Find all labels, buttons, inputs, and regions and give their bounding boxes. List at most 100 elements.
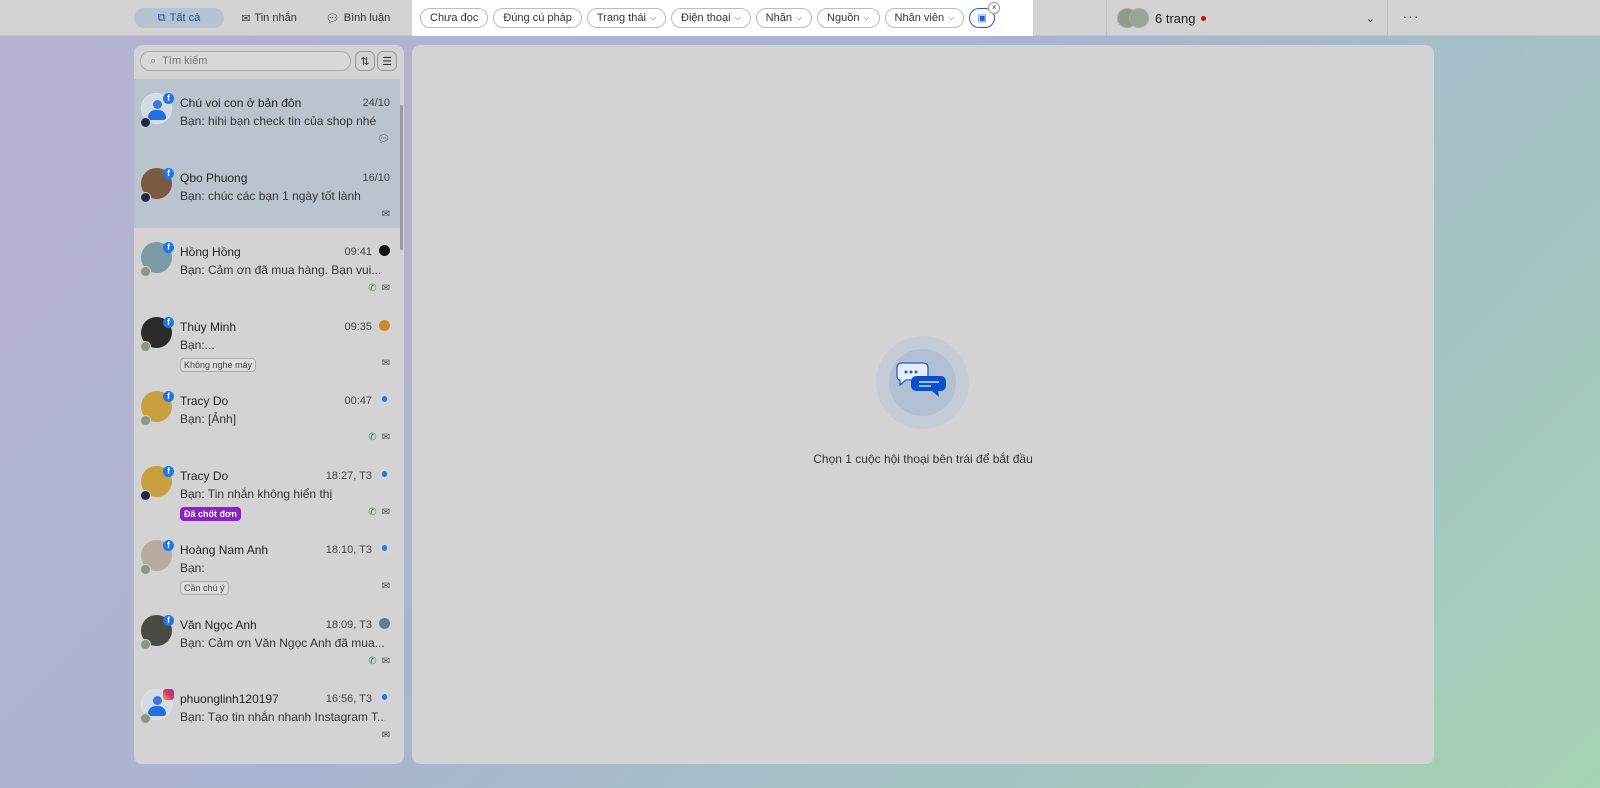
conversation-item[interactable]: f Hồng Hồng 09:41 Bạn: Cảm ơn đã mua hàn… — [134, 228, 400, 303]
page-avatar — [140, 638, 151, 650]
page-avatar — [1129, 8, 1149, 28]
conversation-item[interactable]: f Tracy Do 00:47 Bạn: [Ảnh] ✆ ✉ — [134, 377, 400, 452]
instagram-icon — [163, 689, 174, 700]
page-avatar — [140, 266, 151, 277]
calendar-icon: ▣ — [977, 12, 987, 24]
facebook-icon: f — [163, 167, 174, 179]
label-tag: Không nghe máy — [180, 357, 257, 372]
assignee-icon — [379, 692, 390, 703]
filter-label: Nguồn — [827, 12, 860, 24]
filter-bar: Chưa đọc Đúng cú pháp Trạng thái ⌵ Điện thoạ… — [412, 0, 1033, 36]
page-selector[interactable]: 6 trang ⌄ — [1106, 0, 1388, 36]
filter-chip[interactable]: Đúng cú pháp — [493, 8, 582, 28]
timestamp: 18:10, T3 — [325, 544, 372, 556]
date-filter-button[interactable]: ▣ × — [969, 2, 1001, 28]
chevron-down-icon: ⌵ — [948, 13, 955, 22]
chevron-down-icon: ⌵ — [795, 13, 803, 22]
contact-name: Tracy Do — [180, 468, 229, 483]
facebook-icon: f — [163, 242, 174, 253]
status-icons: ✆ ✉ — [368, 283, 390, 294]
timestamp: 16:56, T3 — [325, 693, 372, 705]
phone-icon: ✆ — [368, 432, 377, 443]
status-icons: ✉ — [382, 358, 390, 369]
page-avatar — [140, 713, 151, 724]
contact-name: Hoàng Nam Anh — [180, 543, 269, 557]
chevron-down-icon: ⌵ — [649, 13, 657, 22]
mail-icon: ✉ — [381, 730, 390, 741]
mail-icon: ✉ — [241, 12, 251, 25]
page-avatar — [140, 564, 151, 575]
phone-icon: ✆ — [368, 283, 377, 294]
status-icons: ✆ ✉ — [368, 507, 390, 518]
chevron-down-icon: ⌄ — [1365, 12, 1375, 25]
tab-all[interactable]: ⧉ Tất cả — [134, 8, 224, 28]
search-placeholder: Tìm kiếm — [162, 55, 208, 67]
sort-button[interactable]: ⇅ — [355, 51, 375, 71]
phone-icon: ✆ — [368, 655, 377, 667]
conversation-item[interactable]: f Thùy Minh 09:35 Bạn:... Không nghe máy… — [134, 303, 400, 378]
page-avatar — [140, 191, 151, 203]
mail-icon: ✉ — [381, 581, 390, 592]
chevron-down-icon: ⌵ — [863, 13, 870, 22]
contact-name: Hồng Hồng — [180, 245, 241, 259]
status-icons: ✉ — [382, 581, 390, 592]
filter-chip[interactable]: Trạng thái ⌵ — [586, 8, 667, 28]
assignee-icon — [379, 394, 390, 405]
facebook-icon: f — [163, 93, 174, 104]
tab-comments[interactable]: 💬︎ Bình luận — [320, 8, 396, 28]
staff-avatar — [379, 617, 390, 629]
filter-list-button[interactable]: ☰ — [377, 51, 397, 71]
filter-chip[interactable]: Chưa đọc — [420, 8, 489, 28]
conversation-item[interactable]: f Hoàng Nam Anh 18:10, T3 Bạn: Cần chú ý… — [134, 526, 400, 601]
tab-messages[interactable]: ✉ Tin nhắn — [234, 8, 304, 28]
conversation-item[interactable]: phuonglinh120197 16:56, T3 Bạn: Tạo tin … — [134, 675, 400, 750]
conversation-item[interactable]: f Văn Ngọc Anh 18:09, T3 Bạn: Cảm ơn Văn… — [134, 601, 400, 676]
facebook-icon: f — [163, 540, 174, 551]
tab-label: Tin nhắn — [254, 12, 297, 24]
conversation-list: f Chú voi con ở bản đôn 24/10 Bạn: hihi … — [134, 79, 400, 750]
phone-icon: ✆ — [368, 506, 377, 518]
chevron-down-icon: ⌵ — [734, 13, 741, 22]
timestamp: 00:47 — [344, 395, 372, 407]
contact-name: Chú voi con ở bản đôn — [180, 96, 302, 110]
comment-icon: 💬︎ — [377, 134, 390, 145]
filter-chip[interactable]: Nguồn ⌵ — [817, 8, 880, 28]
contact-name: Văn Ngọc Anh — [180, 617, 257, 632]
status-icons: ✉ — [382, 209, 390, 220]
contact-name: Thùy Minh — [180, 319, 237, 334]
page-avatar — [140, 340, 151, 352]
comment-icon: 💬︎ — [325, 12, 340, 25]
search-input[interactable]: ⌕ Tìm kiếm — [140, 51, 351, 71]
conversation-item[interactable]: f Qbo Phuong 16/10 Bạn: chúc các bạn 1 n… — [134, 153, 400, 228]
facebook-icon: f — [163, 465, 174, 477]
contact-name: phuonglinh120197 — [180, 692, 279, 706]
page-avatar — [140, 415, 151, 426]
conversation-item[interactable]: f Chú voi con ở bản đôn 24/10 Bạn: hihi … — [134, 79, 400, 154]
mail-icon: ✉ — [381, 208, 390, 220]
filter-chip[interactable]: Nhân viên ⌵ — [884, 8, 965, 28]
last-message: Bạn: chúc các bạn 1 ngày tốt lành — [180, 188, 361, 203]
filter-chip[interactable]: Điện thoại ⌵ — [671, 8, 751, 28]
conversation-item[interactable]: f Tracy Do 18:27, T3 Bạn: Tin nhắn không… — [134, 452, 400, 527]
chat-bubbles-icon — [896, 362, 946, 397]
filter-chip[interactable]: Nhãn ⌵ — [755, 8, 813, 28]
status-icons: 💬︎ — [377, 134, 390, 145]
tab-label: Bình luận — [343, 12, 391, 24]
more-options-icon[interactable]: ··· — [1398, 8, 1424, 28]
page-avatar — [140, 117, 151, 128]
empty-state-illustration — [876, 336, 969, 429]
clear-date-icon[interactable]: × — [988, 2, 1001, 14]
mail-icon: ✉ — [381, 506, 390, 518]
label-tag: Đã chốt đơn — [180, 506, 241, 521]
status-icons: ✆ ✉ — [368, 656, 390, 667]
filter-label: Nhãn — [765, 12, 792, 24]
last-message: Bạn: Tạo tin nhắn nhanh Instagram T... — [180, 710, 385, 724]
last-message: Bạn: [Ảnh] — [180, 412, 237, 426]
mail-icon: ✉ — [381, 655, 390, 667]
scrollbar[interactable] — [400, 105, 403, 250]
contact-name: Tracy Do — [180, 394, 229, 408]
timestamp: 18:09, T3 — [325, 618, 372, 631]
filter-label: Điện thoại — [681, 12, 731, 24]
contact-name: Qbo Phuong — [180, 170, 248, 185]
filter-label: Nhân viên — [894, 12, 945, 24]
